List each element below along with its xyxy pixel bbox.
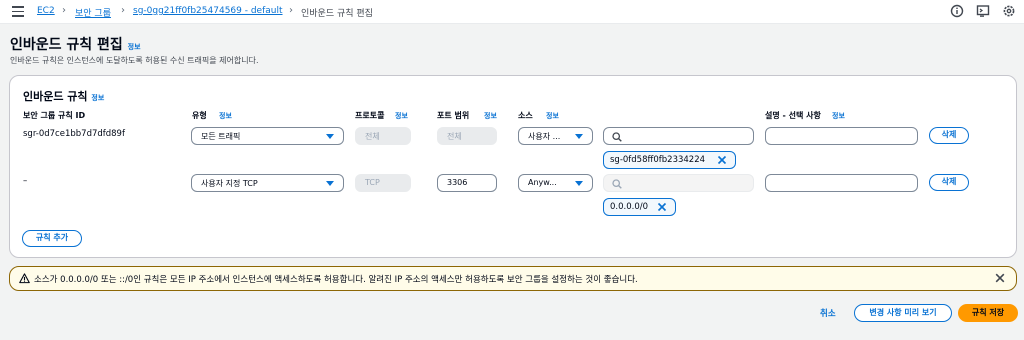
source-token: sg-0fd58ff0fb2334224 <box>603 151 736 169</box>
rule-id: sgr-0d7ce1bb7d7dfd89f <box>23 129 125 139</box>
info-circle-icon[interactable] <box>950 4 964 18</box>
info-link[interactable]: 정보 <box>219 111 232 121</box>
protocol-field: TCP <box>355 174 411 192</box>
chevron-right-icon: › <box>289 5 293 16</box>
breadcrumb-ec2[interactable]: EC2 <box>37 6 55 16</box>
info-link[interactable]: 정보 <box>395 111 408 121</box>
warning-text: 소스가 0.0.0.0/0 또는 ::/0인 규칙은 모든 IP 주소에서 인스… <box>34 275 638 285</box>
cancel-button[interactable]: 취소 <box>820 307 836 319</box>
column-header-type: 유형 <box>192 111 207 120</box>
column-header-port-range: 포트 범위 <box>437 111 470 120</box>
breadcrumb-security-group[interactable]: sg-0gg21ff0fb25474569 - default <box>133 6 283 16</box>
chevron-right-icon: › <box>121 5 125 16</box>
inbound-rules-panel <box>9 75 1017 258</box>
delete-button[interactable]: 삭제 <box>929 174 969 191</box>
breadcrumb-current: 인바운드 규칙 편집 <box>301 9 373 19</box>
caret-down-icon <box>575 134 583 139</box>
description-input[interactable] <box>765 174 918 192</box>
search-icon <box>612 132 622 142</box>
delete-button[interactable]: 삭제 <box>929 127 969 144</box>
protocol-field: 전체 <box>355 127 411 145</box>
save-rules-button[interactable]: 규칙 저장 <box>958 304 1018 322</box>
column-header-source: 소스 <box>518 111 533 120</box>
type-select[interactable]: 모든 트래픽 <box>191 127 344 145</box>
source-select[interactable]: Anyw... <box>518 174 593 192</box>
info-link[interactable]: 정보 <box>546 111 559 121</box>
caret-down-icon <box>326 134 334 139</box>
type-select[interactable]: 사용자 지정 TCP <box>191 174 344 192</box>
settings-icon[interactable] <box>1002 4 1016 18</box>
source-token: 0.0.0.0/0 <box>603 198 676 216</box>
info-link[interactable]: 정보 <box>484 111 497 121</box>
breadcrumb-security-groups[interactable]: 보안 그룹 <box>75 6 111 19</box>
page-description: 인바운드 규칙은 인스턴스에 도달하도록 허용된 수신 트래픽을 제어합니다. <box>10 56 259 65</box>
page-title: 인바운드 규칙 편집 정보 <box>10 37 141 53</box>
preview-changes-button[interactable]: 변경 사항 미리 보기 <box>854 304 952 322</box>
column-header-description: 설명 - 선택 사항 <box>765 111 821 120</box>
source-select[interactable]: 사용자 ... <box>518 127 593 145</box>
close-icon[interactable] <box>995 273 1005 283</box>
description-input[interactable] <box>765 127 918 145</box>
panel-title: 인바운드 규칙 정보 <box>23 90 105 103</box>
rule-id: – <box>23 176 28 186</box>
close-icon[interactable] <box>717 155 727 165</box>
add-rule-button[interactable]: 규칙 추가 <box>22 230 82 247</box>
source-search-input[interactable] <box>603 127 754 145</box>
chevron-right-icon: › <box>62 5 66 16</box>
caret-down-icon <box>326 181 334 186</box>
column-header-protocol: 프로토콜 <box>355 111 385 120</box>
warning-icon <box>19 273 30 284</box>
terminal-icon[interactable] <box>976 4 990 18</box>
info-link[interactable]: 정보 <box>832 111 845 121</box>
port-range-input[interactable]: 3306 <box>437 174 497 192</box>
info-link[interactable]: 정보 <box>128 43 141 51</box>
close-icon[interactable] <box>657 202 667 212</box>
menu-icon[interactable] <box>12 6 24 17</box>
port-range-field: 전체 <box>437 127 497 145</box>
caret-down-icon <box>575 181 583 186</box>
source-search-input[interactable] <box>603 174 754 192</box>
info-link[interactable]: 정보 <box>91 94 104 102</box>
column-header-rule-id: 보안 그룹 규칙 ID <box>23 111 86 120</box>
search-icon <box>612 179 622 189</box>
